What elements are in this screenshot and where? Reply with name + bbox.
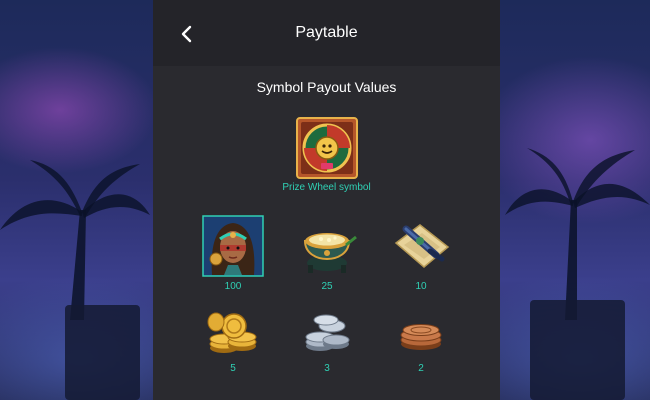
prize-wheel-caption: Prize Wheel symbol	[282, 182, 371, 193]
symbol-explorer-woman	[202, 215, 264, 277]
prize-wheel-icon	[296, 117, 358, 179]
ruin-right	[530, 300, 625, 400]
palm-tree-left-icon	[0, 160, 150, 320]
paytable-panel: Paytable Symbol Payout Values Prize Whee…	[153, 0, 500, 400]
symbol-silver-coins	[296, 300, 358, 362]
cauldron-pot-icon	[303, 233, 357, 273]
symbol-gold-coins	[202, 300, 264, 362]
map-scroll-icon	[394, 224, 450, 268]
symbol-cauldron-pot	[296, 215, 358, 277]
page-title: Paytable	[295, 24, 358, 41]
header-bar: Paytable	[153, 0, 500, 66]
payout-value: 25	[321, 281, 333, 292]
gold-coins-icon	[207, 312, 257, 353]
explorer-woman-icon	[202, 215, 264, 277]
symbol-bronze-coins	[390, 300, 452, 362]
palm-tree-right-icon	[505, 148, 650, 320]
silver-coins-icon	[305, 314, 350, 351]
payout-value: 2	[418, 363, 424, 374]
payout-value: 10	[415, 281, 427, 292]
ruin-left	[65, 305, 140, 400]
symbol-map-scroll	[390, 215, 452, 277]
section-title: Symbol Payout Values	[256, 79, 397, 95]
prize-wheel-symbol	[296, 117, 358, 179]
payout-value: 5	[230, 363, 236, 374]
payout-value: 3	[324, 363, 330, 374]
payout-value: 100	[224, 281, 242, 292]
bronze-coins-icon	[400, 324, 442, 350]
